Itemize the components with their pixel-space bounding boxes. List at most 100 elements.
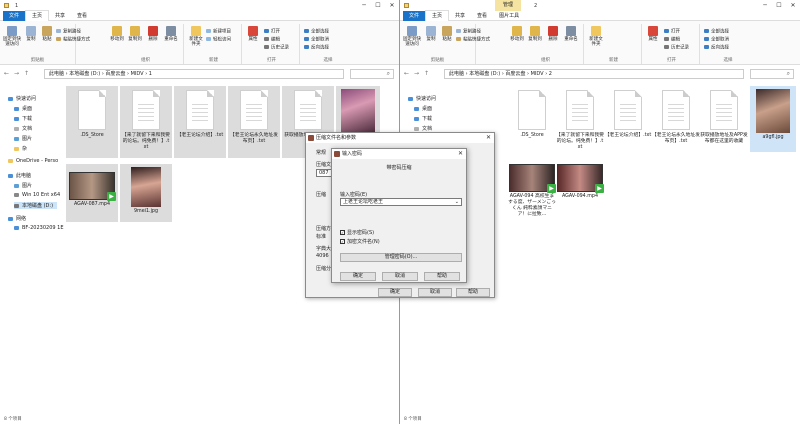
copy-to-button[interactable]: 复制到: [128, 26, 142, 42]
paste-shortcut-button[interactable]: 粘贴快捷方式: [456, 37, 490, 43]
edit-button[interactable]: 编辑: [264, 37, 280, 43]
minimize-icon[interactable]: ─: [357, 0, 371, 11]
tab-view[interactable]: 查看: [71, 11, 93, 21]
copy-path-button[interactable]: 复制路径: [56, 29, 81, 35]
new-item-button[interactable]: 新建项目: [206, 29, 231, 35]
file-item[interactable]: 【老王论坛永久地址发布页】.txt: [228, 86, 280, 158]
delete-button[interactable]: 删除: [546, 26, 560, 42]
copy-path-button[interactable]: 复制路径: [456, 29, 481, 35]
search-input[interactable]: ⌕: [350, 69, 394, 79]
easy-access-button[interactable]: 轻松访问: [206, 37, 231, 43]
new-folder-button[interactable]: 新建文件夹: [188, 26, 204, 47]
file-item[interactable]: 【老王论坛介绍】.txt: [602, 86, 654, 152]
manage-tab[interactable]: 管理: [495, 0, 521, 11]
properties-button[interactable]: 属性: [246, 26, 260, 42]
dropdown-icon[interactable]: ⌄: [455, 199, 459, 205]
ok-button[interactable]: 确定: [340, 272, 376, 281]
forward-icon[interactable]: →: [14, 70, 19, 77]
nav-local-disk[interactable]: 本地磁盘 (D:): [14, 202, 58, 209]
nav-bf[interactable]: BF-20230209 1E: [14, 225, 64, 231]
nav-quick-access[interactable]: 快速访问: [408, 95, 436, 102]
tab-general[interactable]: 常规: [316, 149, 326, 156]
show-password-checkbox[interactable]: ✓ 显示密码(S): [340, 229, 374, 236]
copy-button[interactable]: 复制: [424, 26, 438, 42]
close-icon[interactable]: ✕: [786, 0, 800, 11]
address-bar[interactable]: 此电脑 › 本地磁盘 (D:) › 百度云盘 › MIDV › 2: [444, 69, 744, 79]
new-folder-button[interactable]: 新建文件夹: [588, 26, 604, 47]
manage-passwords-button[interactable]: 管理密码(O)...: [340, 253, 462, 262]
file-item[interactable]: 9mei1.jpg: [120, 164, 172, 222]
file-item[interactable]: .DS_Store: [66, 86, 118, 158]
nav-onedrive[interactable]: OneDrive - Perso: [8, 158, 58, 164]
ok-button[interactable]: 确定: [378, 288, 412, 297]
edit-button[interactable]: 编辑: [664, 37, 680, 43]
search-input[interactable]: ⌕: [750, 69, 794, 79]
nav-quick-access[interactable]: 快速访问: [8, 95, 36, 102]
tab-view[interactable]: 查看: [471, 11, 493, 21]
nav-misc[interactable]: 杂: [14, 145, 27, 152]
file-item[interactable]: 【来了就留下来和我要的论坛。纯免费！】.txt: [120, 86, 172, 158]
back-icon[interactable]: ←: [4, 70, 9, 77]
pin-button[interactable]: 固定到快速访问: [2, 26, 22, 47]
invert-selection-button[interactable]: 反向选择: [304, 45, 329, 51]
file-item[interactable]: .DS_Store: [506, 86, 558, 152]
file-item[interactable]: 【老王论坛介绍】.txt: [174, 86, 226, 158]
invert-selection-button[interactable]: 反向选择: [704, 45, 729, 51]
nav-documents[interactable]: 文档: [414, 125, 432, 132]
close-icon[interactable]: ✕: [458, 149, 463, 159]
select-all-button[interactable]: 全部选择: [704, 29, 729, 35]
nav-win10[interactable]: Win 10 Ent x64: [14, 192, 60, 198]
tab-share[interactable]: 共享: [449, 11, 471, 21]
file-item[interactable]: 获取播放地址及APP发布都在这里的收藏: [698, 86, 750, 152]
nav-network[interactable]: 网络: [8, 215, 26, 222]
tab-home[interactable]: 主页: [425, 10, 450, 21]
rename-button[interactable]: 重命名: [564, 26, 578, 42]
tab-picture-tools[interactable]: 图片工具: [493, 11, 525, 21]
file-item[interactable]: ▶ AGAV-087.mp4: [66, 164, 118, 222]
paste-shortcut-button[interactable]: 粘贴快捷方式: [56, 37, 90, 43]
history-button[interactable]: 历史记录: [264, 45, 289, 51]
open-button[interactable]: 打开: [664, 29, 680, 35]
maximize-icon[interactable]: ☐: [772, 0, 786, 11]
nav-downloads[interactable]: 下载: [414, 115, 432, 122]
select-none-button[interactable]: 全部取消: [704, 37, 729, 43]
cancel-button[interactable]: 取消: [382, 272, 418, 281]
file-item[interactable]: ▶ AGAV-094.mp4: [554, 156, 606, 200]
nav-pictures2[interactable]: 图片: [14, 182, 32, 189]
delete-button[interactable]: 删除: [146, 26, 160, 42]
up-icon[interactable]: ↑: [24, 70, 29, 77]
rename-button[interactable]: 重命名: [164, 26, 178, 42]
close-icon[interactable]: ✕: [486, 133, 491, 143]
open-button[interactable]: 打开: [264, 29, 280, 35]
password-input[interactable]: 上老王论坛吃老王 ⌄: [340, 198, 462, 206]
copy-button[interactable]: 复制: [24, 26, 38, 42]
address-bar[interactable]: 此电脑 › 本地磁盘 (D:) › 百度云盘 › MIDV › 1: [44, 69, 344, 79]
properties-button[interactable]: 属性: [646, 26, 660, 42]
forward-icon[interactable]: →: [414, 70, 419, 77]
nav-desktop[interactable]: 桌面: [414, 105, 432, 112]
help-button[interactable]: 帮助: [456, 288, 490, 297]
tab-file[interactable]: 文件: [3, 10, 26, 21]
nav-desktop[interactable]: 桌面: [14, 105, 32, 112]
file-item[interactable]: ▶ AGAV-094 高校生まする度、ザーメンごっくん 純粋素顔マニア！に拉致…: [506, 156, 558, 226]
minimize-icon[interactable]: ─: [758, 0, 772, 11]
nav-pictures[interactable]: 图片: [14, 135, 32, 142]
up-icon[interactable]: ↑: [424, 70, 429, 77]
nav-this-pc[interactable]: 此电脑: [8, 172, 31, 179]
paste-button[interactable]: 粘贴: [40, 26, 54, 42]
tab-file[interactable]: 文件: [403, 10, 426, 21]
maximize-icon[interactable]: ☐: [371, 0, 385, 11]
file-item[interactable]: 【老王论坛永久地址发布页】.txt: [650, 86, 702, 152]
select-none-button[interactable]: 全部取消: [304, 37, 329, 43]
history-button[interactable]: 历史记录: [664, 45, 689, 51]
move-to-button[interactable]: 移动到: [110, 26, 124, 42]
move-to-button[interactable]: 移动到: [510, 26, 524, 42]
pin-button[interactable]: 固定到快速访问: [402, 26, 422, 47]
back-icon[interactable]: ←: [404, 70, 409, 77]
nav-downloads[interactable]: 下载: [14, 115, 32, 122]
help-button[interactable]: 帮助: [424, 272, 460, 281]
tab-home[interactable]: 主页: [25, 10, 50, 21]
cancel-button[interactable]: 取消: [418, 288, 452, 297]
select-all-button[interactable]: 全部选择: [304, 29, 329, 35]
close-icon[interactable]: ✕: [385, 0, 399, 11]
